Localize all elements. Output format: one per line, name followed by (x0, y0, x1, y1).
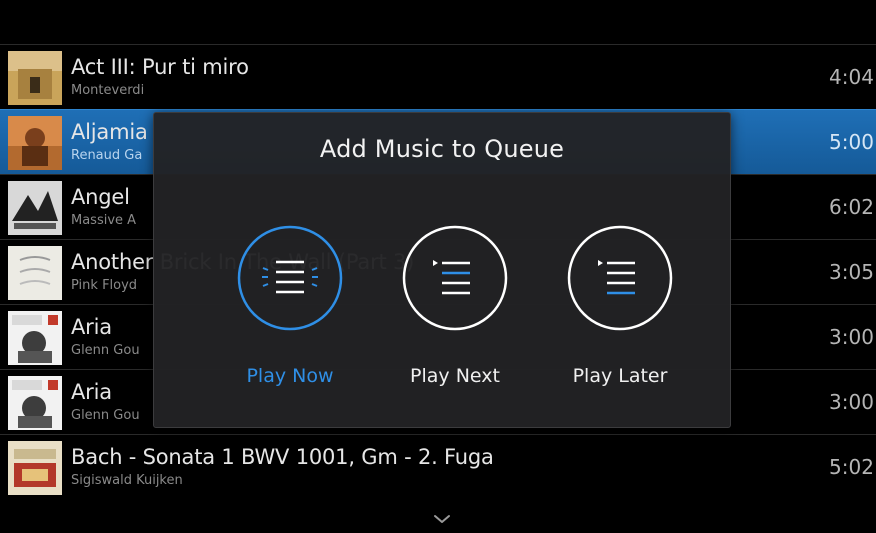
play-later-button[interactable]: Play Later (555, 225, 685, 395)
track-title: Aljamia (71, 120, 148, 144)
track-duration: 4:04 (829, 65, 874, 89)
track-artist: Monteverdi (71, 83, 145, 98)
track-title: Aria (71, 380, 112, 404)
track-artist: Sigiswald Kuijken (71, 473, 183, 488)
track-duration: 3:05 (829, 260, 874, 284)
album-art (8, 246, 62, 300)
play-next-button[interactable]: Play Next (390, 225, 520, 395)
play-now-button[interactable]: Play Now (225, 225, 355, 395)
track-title: Angel (71, 185, 130, 209)
now-playing-screen: Act III: Pur ti miro Monteverdi 4:04 Alj… (0, 0, 876, 533)
album-art (8, 181, 62, 235)
play-now-label: Play Now (246, 365, 334, 387)
track-artist: Pink Floyd (71, 278, 138, 293)
track-title: Act III: Pur ti miro (71, 55, 249, 79)
play-later-label: Play Later (572, 365, 668, 387)
track-artist: Glenn Gou (71, 408, 140, 423)
dialog-title: Add Music to Queue (319, 135, 565, 163)
play-next-icon (402, 225, 508, 331)
track-duration: 5:00 (829, 130, 874, 154)
track-artist: Massive A (71, 213, 137, 228)
album-art (8, 311, 62, 365)
album-art (8, 116, 62, 170)
track-duration: 6:02 (829, 195, 874, 219)
play-next-label: Play Next (410, 365, 500, 387)
track-artist: Glenn Gou (71, 343, 140, 358)
album-art (8, 51, 62, 105)
album-art (8, 441, 62, 495)
track-duration: 3:00 (829, 325, 874, 349)
add-to-queue-dialog: Add Music to Queue Play Now Play Next Pl… (153, 112, 731, 428)
track-duration: 5:02 (829, 455, 874, 479)
track-title: Aria (71, 315, 112, 339)
track-artist: Renaud Ga (71, 148, 143, 163)
track-duration: 3:00 (829, 390, 874, 414)
play-now-icon (237, 225, 343, 331)
chevron-down-icon[interactable] (430, 511, 454, 527)
play-later-icon (567, 225, 673, 331)
track-row[interactable]: Act III: Pur ti miro Monteverdi 4:04 (0, 44, 876, 109)
album-art (8, 376, 62, 430)
track-title: Bach - Sonata 1 BWV 1001, Gm - 2. Fuga (71, 445, 494, 469)
track-row[interactable]: Bach - Sonata 1 BWV 1001, Gm - 2. Fuga S… (0, 434, 876, 499)
